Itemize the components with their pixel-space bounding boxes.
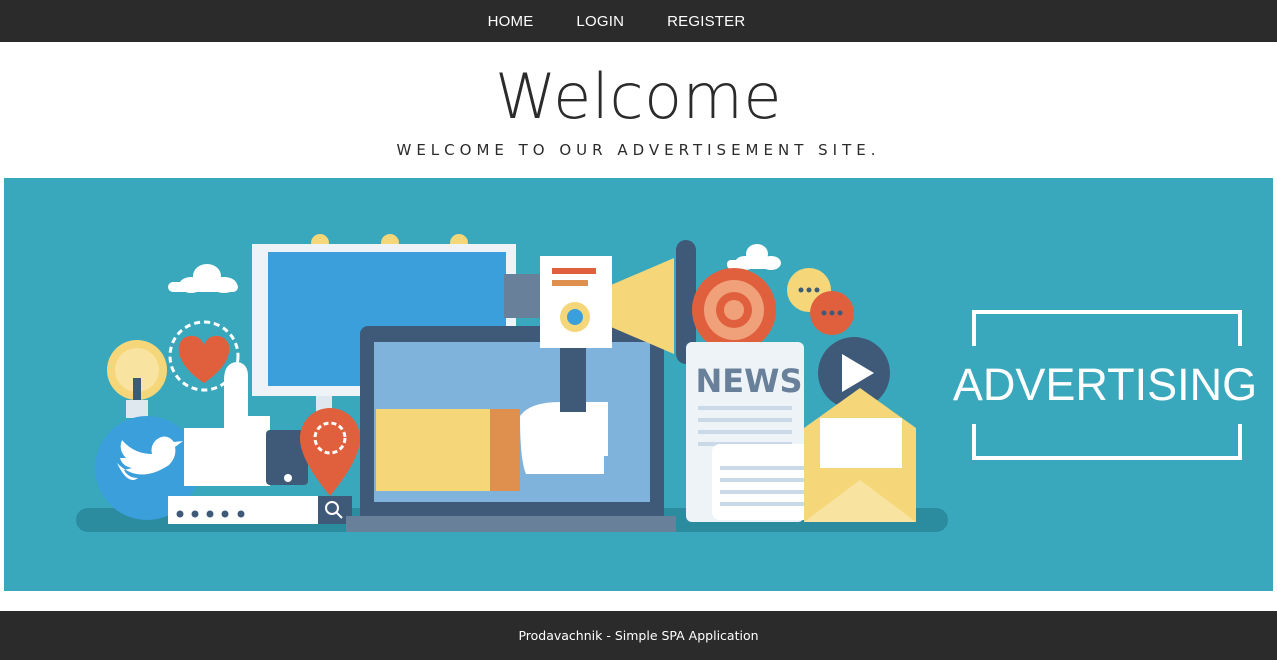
cloud-icon [168,264,238,293]
nav-home-link[interactable]: HOME [488,13,534,30]
banner-illustration: NEWS ADVERTISING [76,234,1257,532]
cloud-icon [727,244,781,270]
advertising-label: ADVERTISING [953,359,1257,410]
advertising-banner: NEWS ADVERTISING [4,178,1273,591]
envelope-icon [804,388,916,522]
nav-login-link[interactable]: LOGIN [576,13,624,30]
location-pin-icon [300,408,360,496]
page-footer: Prodavachnik - Simple SPA Application [0,611,1277,660]
lightbulb-icon [107,340,167,418]
top-navigation-bar: HOME LOGIN REGISTER [0,0,1277,42]
page-title: Welcome [494,60,783,133]
nav-register-link[interactable]: REGISTER [667,13,745,30]
page-subtitle: WELCOME TO OUR ADVERTISEMENT SITE. [396,141,881,159]
main-nav: HOME LOGIN REGISTER [488,13,746,30]
password-field-icon [168,496,318,524]
gear-icon [692,268,776,352]
chat-bubble-icon [787,268,854,335]
news-label: NEWS [696,362,803,400]
footer-text: Prodavachnik - Simple SPA Application [518,628,759,643]
